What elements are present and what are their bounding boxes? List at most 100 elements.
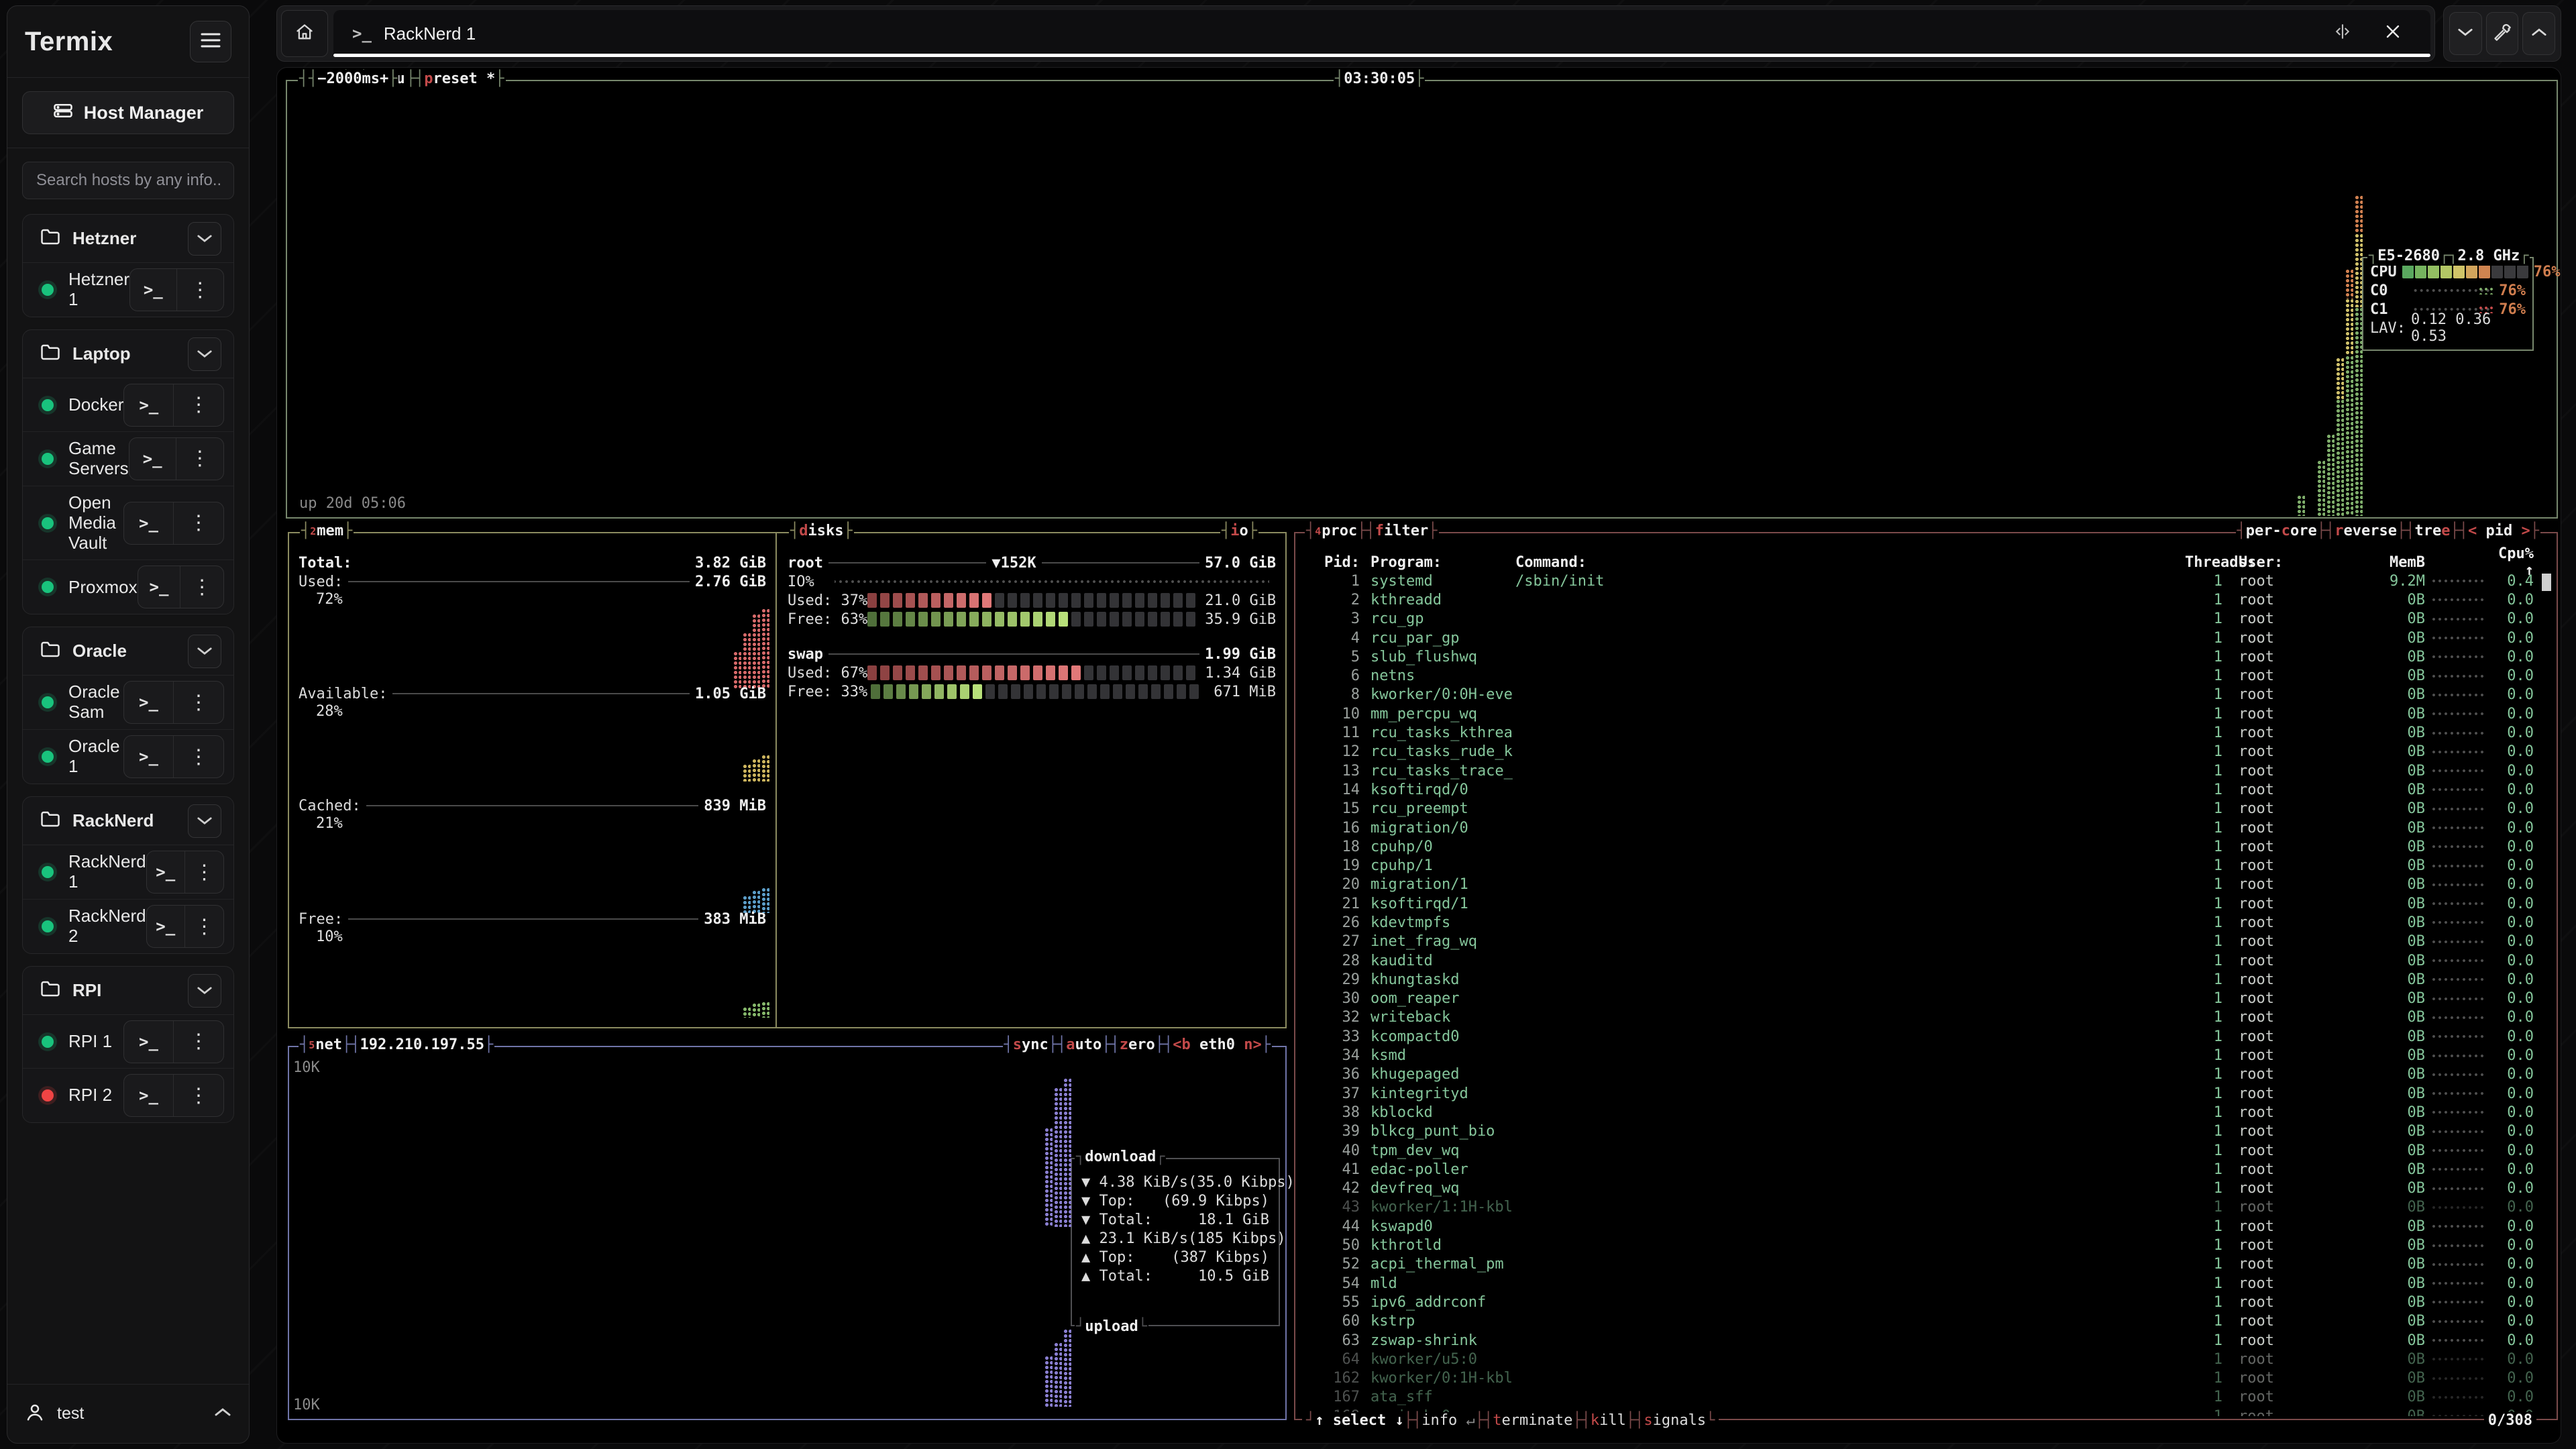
process-row[interactable]: 8kworker/0:0H-eve1root0B0.0 bbox=[1295, 686, 2557, 704]
process-row[interactable]: 29khungtaskd1root0B0.0 bbox=[1295, 970, 2557, 989]
proc-panel-title[interactable]: ┤4proc├┤filter├ bbox=[1305, 522, 1439, 541]
process-row[interactable]: 60kstrp1root0B0.0 bbox=[1295, 1312, 2557, 1331]
group-header[interactable]: Laptop bbox=[23, 330, 233, 378]
home-button[interactable] bbox=[281, 10, 328, 57]
host-row-oracle-sam[interactable]: Oracle Sam>_⋮ bbox=[23, 676, 233, 730]
open-terminal-button[interactable]: >_ bbox=[124, 502, 174, 544]
col-user[interactable]: User: bbox=[2239, 554, 2351, 571]
open-terminal-button[interactable]: >_ bbox=[124, 384, 174, 426]
split-view-icon[interactable] bbox=[2323, 23, 2362, 45]
host-row-racknerd-1[interactable]: RackNerd 1>_⋮ bbox=[23, 845, 233, 900]
select-down-arrow[interactable]: ↓ bbox=[1395, 1412, 1403, 1429]
host-options-button[interactable]: ⋮ bbox=[174, 1075, 223, 1116]
open-terminal-button[interactable]: >_ bbox=[124, 1075, 174, 1116]
process-row[interactable]: 39blkcg_punt_bio1root0B0.0 bbox=[1295, 1122, 2557, 1141]
interval-decrease[interactable]: − bbox=[317, 70, 326, 89]
proc-scrollbar[interactable] bbox=[2542, 574, 2551, 1405]
process-row[interactable]: 28kauditd1root0B0.0 bbox=[1295, 951, 2557, 970]
open-terminal-button[interactable]: >_ bbox=[124, 1021, 174, 1063]
process-row[interactable]: 16migration/01root0B0.0 bbox=[1295, 818, 2557, 837]
io-label[interactable]: io bbox=[1230, 522, 1248, 541]
user-menu[interactable]: test bbox=[7, 1384, 249, 1443]
host-row-rpi-1[interactable]: RPI 1>_⋮ bbox=[23, 1015, 233, 1069]
group-collapse-button[interactable] bbox=[188, 804, 221, 838]
process-row[interactable]: 4rcu_par_gp1root0B0.0 bbox=[1295, 629, 2557, 647]
terminate-button[interactable]: terminate bbox=[1493, 1412, 1572, 1429]
net-option-auto[interactable]: auto bbox=[1066, 1036, 1102, 1055]
host-options-button[interactable]: ⋮ bbox=[174, 736, 223, 777]
host-options-button[interactable]: ⋮ bbox=[174, 1021, 223, 1063]
search-input[interactable] bbox=[22, 162, 234, 199]
group-header[interactable]: Hetzner bbox=[23, 215, 233, 263]
process-row[interactable]: 32writeback1root0B0.0 bbox=[1295, 1008, 2557, 1027]
process-row[interactable]: 162kworker/0:1H-kbl1root0B0.0 bbox=[1295, 1368, 2557, 1387]
process-row[interactable]: 19cpuhp/11root0B0.0 bbox=[1295, 856, 2557, 875]
group-collapse-button[interactable] bbox=[188, 635, 221, 668]
col-threads[interactable]: Threads: bbox=[2185, 554, 2222, 571]
process-row[interactable]: 18cpuhp/01root0B0.0 bbox=[1295, 837, 2557, 856]
filter-button[interactable]: filter bbox=[1375, 522, 1428, 541]
process-row[interactable]: 12rcu_tasks_rude_k1root0B0.0 bbox=[1295, 743, 2557, 761]
group-header[interactable]: RPI bbox=[23, 967, 233, 1015]
info-button[interactable]: info bbox=[1421, 1412, 1466, 1429]
host-row-docker[interactable]: Docker>_⋮ bbox=[23, 378, 233, 432]
process-row[interactable]: 20migration/11root0B0.0 bbox=[1295, 875, 2557, 894]
host-options-button[interactable]: ⋮ bbox=[185, 851, 223, 893]
process-row[interactable]: 43kworker/1:1H-kbl1root0B0.0 bbox=[1295, 1198, 2557, 1217]
sort-next[interactable]: > bbox=[2522, 523, 2530, 539]
process-row[interactable]: 42devfreq_wq1root0B0.0 bbox=[1295, 1179, 2557, 1198]
process-row[interactable]: 37kintegrityd1root0B0.0 bbox=[1295, 1084, 2557, 1103]
process-row[interactable]: 3rcu_gp1root0B0.0 bbox=[1295, 610, 2557, 629]
sort-prev[interactable]: < bbox=[2468, 523, 2477, 539]
process-row[interactable]: 38kblockd1root0B0.0 bbox=[1295, 1103, 2557, 1122]
process-row[interactable]: 11rcu_tasks_kthrea1root0B0.0 bbox=[1295, 723, 2557, 742]
process-row[interactable]: 44kswapd01root0B0.0 bbox=[1295, 1217, 2557, 1236]
process-row[interactable]: 50kthrotld1root0B0.0 bbox=[1295, 1236, 2557, 1254]
process-row[interactable]: 30oom_reaper1root0B0.0 bbox=[1295, 989, 2557, 1008]
update-interval[interactable]: ┤− 2000ms +├ bbox=[307, 70, 398, 89]
open-terminal-button[interactable]: >_ bbox=[130, 269, 177, 311]
process-row[interactable]: 36khugepaged1root0B0.0 bbox=[1295, 1065, 2557, 1084]
process-row[interactable]: 55ipv6_addrconf1root0B0.0 bbox=[1295, 1293, 2557, 1311]
host-options-button[interactable]: ⋮ bbox=[177, 269, 223, 311]
process-row[interactable]: 54mld1root0B0.0 bbox=[1295, 1274, 2557, 1293]
host-row-hetzner-1[interactable]: Hetzner 1>_⋮ bbox=[23, 263, 233, 317]
process-row[interactable]: 6netns1root0B0.0 bbox=[1295, 666, 2557, 685]
process-row[interactable]: 2kthreadd1root0B0.0 bbox=[1295, 590, 2557, 609]
process-row[interactable]: 63zswap-shrink1root0B0.0 bbox=[1295, 1331, 2557, 1350]
process-row[interactable]: 34ksmd1root0B0.0 bbox=[1295, 1046, 2557, 1065]
group-collapse-button[interactable] bbox=[188, 337, 221, 371]
host-options-button[interactable]: ⋮ bbox=[185, 906, 223, 947]
process-row[interactable]: 41edac-poller1root0B0.0 bbox=[1295, 1160, 2557, 1179]
group-collapse-button[interactable] bbox=[188, 974, 221, 1008]
process-row[interactable]: 40tpm_dev_wq1root0B0.0 bbox=[1295, 1141, 2557, 1160]
select-up-arrow[interactable]: ↑ bbox=[1315, 1412, 1324, 1429]
tree-toggle[interactable]: tree bbox=[2415, 522, 2451, 541]
reverse-toggle[interactable]: reverse bbox=[2334, 522, 2397, 541]
net-panel-title[interactable]: ┤5net├┤192.210.197.55├ bbox=[299, 1036, 494, 1055]
host-options-button[interactable]: ⋮ bbox=[174, 384, 223, 426]
open-terminal-button[interactable]: >_ bbox=[147, 851, 185, 893]
process-row[interactable]: 167ata_sff1root0B0.0 bbox=[1295, 1388, 2557, 1407]
signals-button[interactable]: signals bbox=[1644, 1412, 1706, 1429]
iface-next[interactable]: n> bbox=[1244, 1036, 1262, 1053]
interval-increase[interactable]: + bbox=[380, 70, 388, 89]
open-terminal-button[interactable]: >_ bbox=[124, 736, 174, 777]
net-option-sync[interactable]: sync bbox=[1013, 1036, 1049, 1055]
preset-label[interactable]: preset * bbox=[424, 70, 495, 89]
process-row[interactable]: 21ksoftirqd/11root0B0.0 bbox=[1295, 894, 2557, 913]
net-interface-selector[interactable]: <b eth0 n> bbox=[1173, 1036, 1261, 1055]
proc-options[interactable]: ┤per-core├┤reverse├┤tree├┤< pid >├ bbox=[2236, 522, 2540, 541]
host-options-button[interactable]: ⋮ bbox=[174, 502, 223, 544]
sort-column-selector[interactable]: < pid > bbox=[2468, 522, 2530, 541]
group-header[interactable]: RackNerd bbox=[23, 797, 233, 845]
host-manager-button[interactable]: Host Manager bbox=[22, 91, 234, 134]
kill-button[interactable]: kill bbox=[1591, 1412, 1626, 1429]
process-row[interactable]: 10mm_percpu_wq1root0B0.0 bbox=[1295, 704, 2557, 723]
open-terminal-button[interactable]: >_ bbox=[138, 566, 181, 608]
close-tab-icon[interactable] bbox=[2374, 23, 2412, 44]
per-core-toggle[interactable]: per-core bbox=[2246, 522, 2317, 541]
col-command[interactable]: Command: bbox=[1515, 554, 2185, 571]
process-row[interactable]: 13rcu_tasks_trace_1root0B0.0 bbox=[1295, 761, 2557, 780]
open-terminal-button[interactable]: >_ bbox=[124, 682, 174, 723]
